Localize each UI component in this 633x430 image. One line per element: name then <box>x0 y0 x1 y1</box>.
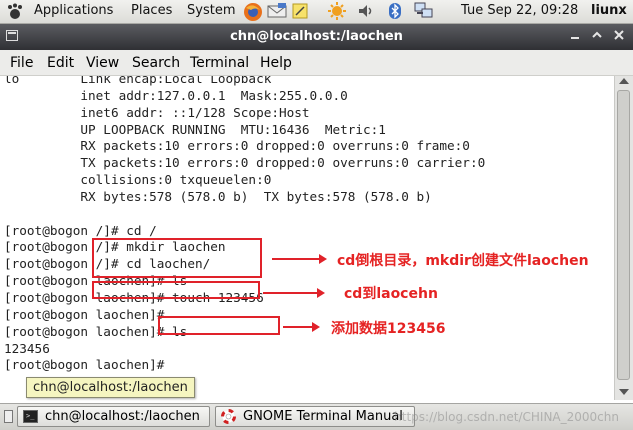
terminal-icon: >_ <box>23 410 38 423</box>
menu-edit[interactable]: Edit <box>47 55 74 71</box>
scroll-down-arrow-icon[interactable] <box>619 389 629 395</box>
volume-icon[interactable] <box>357 2 375 20</box>
maximize-button[interactable] <box>590 29 604 43</box>
menu-applications[interactable]: Applications <box>34 3 113 18</box>
tooltip: chn@localhost:/laochen <box>26 377 195 398</box>
network-icon[interactable] <box>414 2 433 20</box>
annotation-note-2: cd到laocehn <box>344 286 438 302</box>
taskbar-item-manual[interactable]: GNOME Terminal Manual <box>215 406 415 427</box>
clock[interactable]: Tue Sep 22, 09:28 <box>461 3 578 18</box>
notes-icon[interactable] <box>291 2 309 20</box>
top-panel: Applications Places System Tue Sep 22, 0… <box>0 0 633 24</box>
annotation-note-1: cd倒根目录，mkdir创建文件laochen <box>337 253 589 269</box>
close-button[interactable] <box>612 29 626 43</box>
annotation-box-touch <box>158 316 280 335</box>
bluetooth-icon[interactable] <box>386 2 404 20</box>
annotation-box-cd-mkdir <box>92 238 262 278</box>
taskbar-item-terminal-label: chn@localhost:/laochen <box>45 409 200 424</box>
update-icon[interactable] <box>328 2 346 20</box>
menu-help[interactable]: Help <box>260 55 292 71</box>
window-titlebar[interactable]: chn@localhost:/laochen <box>0 24 633 50</box>
mail-icon[interactable] <box>267 2 287 20</box>
watermark: https://blog.csdn.net/CHINA_2000chn <box>394 410 619 424</box>
taskbar-item-manual-label: GNOME Terminal Manual <box>243 409 403 424</box>
menu-view[interactable]: View <box>86 55 119 71</box>
user-name[interactable]: liunx <box>591 3 627 18</box>
annotation-note-3: 添加数据123456 <box>331 321 446 337</box>
gnome-foot-icon[interactable] <box>6 3 24 21</box>
show-desktop-icon[interactable] <box>4 410 13 423</box>
annotation-arrow-2 <box>263 288 325 298</box>
scroll-thumb[interactable] <box>617 90 630 380</box>
menu-places[interactable]: Places <box>131 3 172 18</box>
window-title: chn@localhost:/laochen <box>230 29 403 44</box>
menu-file[interactable]: File <box>10 55 33 71</box>
annotation-arrow-3 <box>283 322 320 332</box>
menubar: File Edit View Search Terminal Help <box>0 50 633 76</box>
menu-system[interactable]: System <box>187 3 235 18</box>
scroll-up-arrow-icon[interactable] <box>619 78 629 84</box>
taskbar: >_ chn@localhost:/laochen GNOME Terminal… <box>0 403 633 430</box>
minimize-button[interactable] <box>568 29 582 43</box>
taskbar-item-terminal[interactable]: >_ chn@localhost:/laochen <box>17 406 210 427</box>
help-lifebuoy-icon <box>221 409 236 428</box>
scrollbar[interactable] <box>614 76 633 400</box>
firefox-icon[interactable] <box>243 2 262 21</box>
annotation-arrow-1 <box>272 254 327 264</box>
menu-search[interactable]: Search <box>132 55 180 71</box>
annotation-box-cd-laochen <box>92 281 260 299</box>
menu-terminal[interactable]: Terminal <box>190 55 249 71</box>
